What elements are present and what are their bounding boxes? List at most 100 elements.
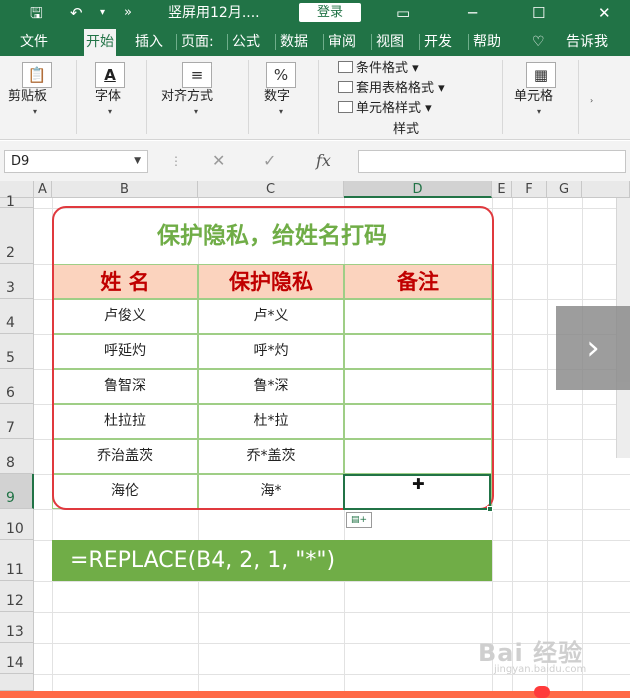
group-divider [248,60,249,134]
font-group[interactable]: 字体 [95,89,121,105]
cell-style-label: 单元格样式 [356,101,422,116]
tab-separator [468,34,469,50]
row-header-7[interactable]: 7 [0,404,34,439]
tab-data[interactable]: 数据 [280,32,308,52]
tab-page-layout[interactable]: 页面: [181,32,214,52]
alignment-group[interactable]: 对齐方式 [161,89,213,105]
minimize-icon[interactable]: ─ [468,3,477,23]
close-icon[interactable]: ✕ [598,3,611,23]
cells-icon[interactable]: ▦ [526,62,556,88]
column-header-g[interactable]: G [547,181,582,198]
row-header-3[interactable]: 3 [0,264,34,299]
row-header-4[interactable]: 4 [0,299,34,334]
row-header-10[interactable]: 10 [0,509,34,540]
row-header-14[interactable]: 14 [0,643,34,674]
table-format-button[interactable]: 套用表格格式 ▾ [338,80,445,97]
chevron-down-icon[interactable]: ▾ [279,107,283,116]
formula-bar: D9 ▼ ⋮ ✕ ✓ fx [0,141,630,181]
tab-review[interactable]: 审阅 [328,32,356,52]
column-header-b[interactable]: B [52,181,198,198]
more-commands-icon[interactable]: » [124,3,132,23]
chevron-down-icon[interactable]: ▾ [33,107,37,116]
save-icon[interactable]: 🖫 [30,3,43,23]
chevron-down-icon[interactable]: ▾ [194,107,198,116]
gridline [512,198,513,691]
row-header-9[interactable]: 9 [0,474,34,509]
tab-developer[interactable]: 开发 [424,32,452,52]
name-box[interactable]: D9 ▼ [4,150,148,173]
undo-icon[interactable]: ↶ [70,3,83,23]
group-divider [146,60,147,134]
watermark-logo: Bai 经验 [478,639,584,667]
tab-separator [176,34,177,50]
row-header-13[interactable]: 13 [0,612,34,643]
watermark-url: jingyan.baidu.com [494,664,587,675]
cell-style-icon [338,101,353,113]
number-group[interactable]: 数字 [264,89,290,105]
row-header-12[interactable]: 12 [0,581,34,612]
cell-cursor-icon: ✚ [412,475,425,493]
cell-style-button[interactable]: 单元格样式 ▾ [338,100,432,117]
cancel-icon[interactable]: ✕ [212,151,225,171]
lightbulb-icon[interactable]: ♡ [532,32,545,52]
styles-group-label: 样式 [393,122,420,137]
conditional-format-label: 条件格式 [356,61,409,76]
gridline [34,612,630,613]
align-icon[interactable]: ≡ [182,62,212,88]
column-header-c[interactable]: C [198,181,344,198]
column-header-f[interactable]: F [512,181,547,198]
table-format-icon [338,81,353,93]
row-header-1[interactable]: 1 [0,194,34,210]
ribbon-tabs: 文件 开始 插入 页面: 公式 数据 审阅 视图 开发 帮助 ♡ 告诉我 [0,26,630,56]
row-number: 7 [6,420,15,436]
fill-handle[interactable] [487,506,493,512]
conditional-format-button[interactable]: 条件格式 ▾ [338,60,419,77]
row-number: 6 [6,385,15,401]
percent-icon[interactable]: % [266,62,296,88]
column-header-e[interactable]: E [492,181,512,198]
enter-icon[interactable]: ✓ [263,151,276,171]
next-slide-button[interactable]: › [556,306,630,390]
ribbon-display-icon[interactable]: ▭ [396,3,410,23]
quick-analysis-icon[interactable]: ▤+ [346,512,372,528]
tab-formulas[interactable]: 公式 [232,32,260,52]
clipboard-group[interactable]: 剪贴板 [8,89,47,105]
formula-banner: =REPLACE(B4, 2, 1, "*") [52,540,492,581]
row-number: 10 [6,521,24,537]
row-header-15[interactable] [0,674,34,691]
chevron-down-icon[interactable]: ▼ [134,151,141,172]
formula-input[interactable] [358,150,626,173]
tab-insert[interactable]: 插入 [135,32,163,52]
font-color-icon[interactable]: A [95,62,125,88]
name-box-value: D9 [11,154,30,169]
chevron-down-icon[interactable]: ▾ [537,107,541,116]
row-header-2[interactable]: 2 [0,208,34,264]
column-header-a[interactable]: A [34,181,52,198]
column-header-d[interactable]: D [344,181,492,198]
cells-group[interactable]: 单元格 [514,89,553,105]
row-header-6[interactable]: 6 [0,369,34,404]
maximize-icon[interactable]: ☐ [532,3,545,23]
undo-dropdown-icon[interactable]: ▾ [100,3,105,23]
row-header-5[interactable]: 5 [0,334,34,369]
tab-view[interactable]: 视图 [376,32,404,52]
group-divider [76,60,77,134]
ribbon-scroll-icon[interactable]: › [590,96,593,105]
progress-handle[interactable] [534,686,550,698]
tab-help[interactable]: 帮助 [473,32,501,52]
login-button[interactable]: 登录 [299,3,361,22]
tab-separator [275,34,276,50]
tab-file[interactable]: 文件 [20,32,48,52]
table-format-label: 套用表格格式 [356,81,435,96]
group-divider [318,60,319,134]
tab-home[interactable]: 开始 [84,29,116,56]
paste-icon[interactable]: 📋 [22,62,52,88]
row-header-8[interactable]: 8 [0,439,34,474]
gridline [547,198,548,691]
row-number: 13 [6,624,24,640]
insert-function-icon[interactable]: fx [316,151,331,171]
column-header-extra[interactable] [582,181,630,198]
row-header-11[interactable]: 11 [0,540,34,581]
tell-me-search[interactable]: 告诉我 [566,32,608,52]
chevron-down-icon[interactable]: ▾ [108,107,112,116]
